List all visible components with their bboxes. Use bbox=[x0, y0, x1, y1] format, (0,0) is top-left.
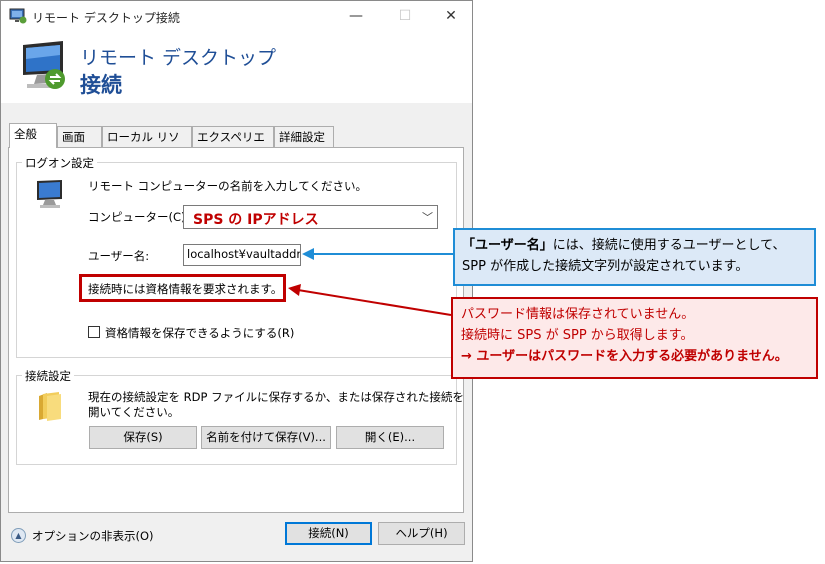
help-button[interactable]: ヘルプ(H) bbox=[378, 522, 465, 545]
remote-monitor-icon bbox=[23, 41, 65, 89]
username-callout-emphasis: 「ユーザー名」 bbox=[462, 238, 553, 253]
connection-description-2: 開いてください。 bbox=[88, 405, 180, 419]
computer-combobox[interactable]: SPS の IPアドレス ﹀ bbox=[183, 205, 438, 229]
connect-button[interactable]: 接続(N) bbox=[285, 522, 372, 545]
folder-icon bbox=[39, 392, 61, 421]
banner-title: リモート デスクトップ bbox=[80, 47, 277, 69]
tab-advanced[interactable]: 詳細設定 bbox=[274, 126, 334, 147]
password-callout-line3: → ユーザーはパスワードを入力する必要がありません。 bbox=[461, 349, 788, 364]
connection-settings-label: 接続設定 bbox=[22, 368, 74, 384]
rdp-window: リモート デスクトップ接続 — ☐ ✕ リモート デスクトップ 接続 全般 画面… bbox=[0, 0, 473, 562]
connection-description-1: 現在の接続設定を RDP ファイルに保存するか、または保存された接続を bbox=[88, 390, 464, 404]
save-credentials-label[interactable]: 資格情報を保存できるようにする(R) bbox=[105, 325, 294, 341]
password-callout: パスワード情報は保存されていません。 接続時に SPS が SPP から取得しま… bbox=[451, 297, 818, 379]
close-button[interactable]: ✕ bbox=[428, 1, 474, 31]
username-input[interactable] bbox=[184, 245, 300, 263]
window-title: リモート デスクトップ接続 bbox=[32, 11, 180, 25]
computer-label: コンピューター(C): bbox=[88, 210, 190, 224]
computer-icon bbox=[37, 180, 62, 208]
credential-notice-highlight bbox=[79, 274, 286, 302]
save-as-button[interactable]: 名前を付けて保存(V)... bbox=[201, 426, 331, 449]
password-callout-line2: 接続時に SPS が SPP から取得します。 bbox=[461, 328, 694, 343]
chevron-down-icon[interactable]: ﹀ bbox=[422, 209, 433, 225]
minimize-button[interactable]: — bbox=[333, 1, 379, 31]
tab-general[interactable]: 全般 bbox=[9, 123, 57, 148]
chevron-up-icon[interactable]: ▲ bbox=[11, 528, 26, 543]
logon-settings-label: ログオン設定 bbox=[22, 155, 97, 171]
open-button[interactable]: 開く(E)... bbox=[336, 426, 444, 449]
username-callout-line2: SPP が作成した接続文字列が設定されています。 bbox=[462, 259, 749, 274]
remote-desktop-app-icon bbox=[9, 8, 27, 24]
tab-display[interactable]: 画面 bbox=[57, 126, 102, 147]
header-banner: リモート デスクトップ 接続 bbox=[1, 31, 472, 103]
password-callout-line1: パスワード情報は保存されていません。 bbox=[461, 307, 695, 322]
tab-local-resources[interactable]: ローカル リソース bbox=[102, 126, 192, 164]
save-button[interactable]: 保存(S) bbox=[89, 426, 197, 449]
save-credentials-checkbox[interactable] bbox=[88, 326, 100, 338]
tab-experience[interactable]: エクスペリエンス bbox=[192, 126, 274, 164]
username-field[interactable] bbox=[183, 244, 301, 266]
instruction-text: リモート コンピューターの名前を入力してください。 bbox=[88, 179, 367, 193]
username-callout: 「ユーザー名」には、接続に使用するユーザーとして、 SPP が作成した接続文字列… bbox=[453, 228, 816, 286]
hide-options-link[interactable]: オプションの非表示(O) bbox=[32, 528, 154, 544]
computer-value: SPS の IPアドレス bbox=[193, 212, 319, 228]
username-callout-line1: には、接続に使用するユーザーとして、 bbox=[552, 238, 786, 253]
maximize-button[interactable]: ☐ bbox=[382, 1, 428, 31]
title-bar: リモート デスクトップ接続 — ☐ ✕ bbox=[1, 1, 472, 31]
username-label: ユーザー名: bbox=[88, 249, 150, 263]
banner-subtitle: 接続 bbox=[80, 73, 122, 97]
